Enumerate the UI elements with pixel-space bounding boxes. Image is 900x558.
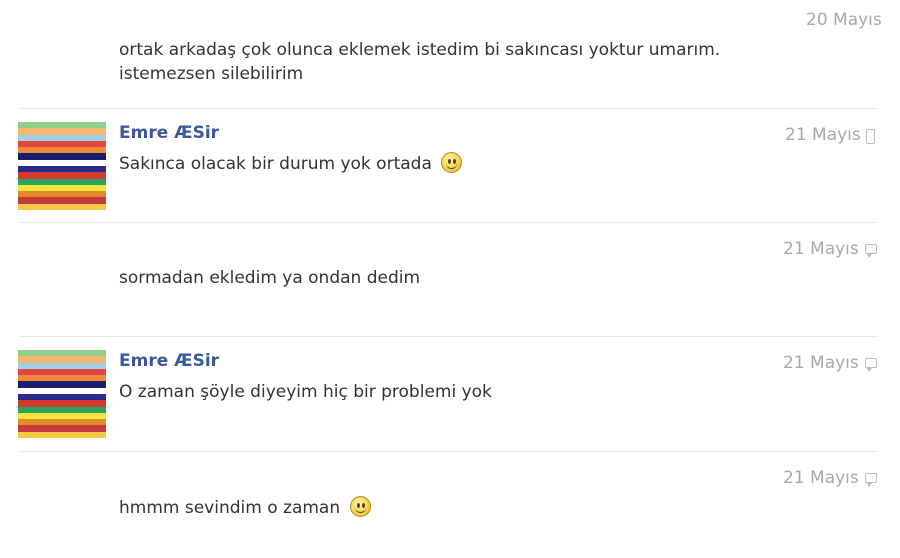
message-text-line: O zaman şöyle diyeyim hiç bir problemi y…: [119, 382, 492, 402]
avatar-stripe: [18, 431, 106, 438]
avatar-stripe: [18, 203, 106, 210]
message-text: Sakınca olacak bir durum yok ortada: [119, 152, 463, 176]
message-date: 21 Mayıs: [783, 353, 859, 373]
message-item: 21 Mayıs sormadan ekledim ya ondan dedim: [0, 223, 900, 336]
message-item: Emre ÆSir 21 Mayıs Sakınca olacak bir du…: [0, 109, 900, 222]
message-item: 20 Mayıs ortak arkadaş çok olunca ekleme…: [0, 0, 900, 108]
message-date: 21 Mayıs: [785, 125, 861, 145]
sender-name[interactable]: Emre ÆSir: [119, 351, 219, 371]
avatar[interactable]: [18, 122, 106, 210]
message-text-line: istemezsen silebilirim: [119, 64, 304, 84]
message-date: 21 Mayıs: [783, 468, 859, 488]
phone-icon: [866, 129, 875, 144]
message-date: 21 Mayıs: [783, 239, 859, 259]
message-text-line: ortak arkadaş çok olunca eklemek istedim…: [119, 40, 721, 60]
message-text-line: Sakınca olacak bir durum yok ortada: [119, 154, 432, 174]
message-item: Emre ÆSir 21 Mayıs O zaman şöyle diyeyim…: [0, 337, 900, 451]
chat-icon: [865, 358, 877, 372]
chat-icon: [865, 244, 877, 258]
sender-name[interactable]: Emre ÆSir: [119, 123, 219, 143]
smiley-icon: [349, 496, 371, 517]
message-text: hmmm sevindim o zaman: [119, 496, 371, 520]
message-item: 21 Mayıs hmmm sevindim o zaman: [0, 452, 900, 558]
message-text-line: hmmm sevindim o zaman: [119, 498, 341, 518]
message-text-line: sormadan ekledim ya ondan dedim: [119, 268, 421, 288]
message-date: 20 Mayıs: [806, 10, 882, 30]
smiley-icon: [441, 152, 463, 173]
avatar[interactable]: [18, 350, 106, 438]
chat-icon: [865, 473, 877, 487]
